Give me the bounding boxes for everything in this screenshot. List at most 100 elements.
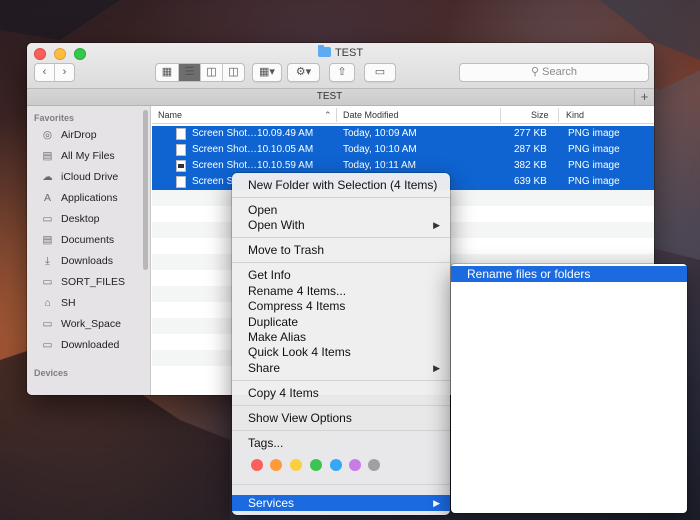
tag-orange-button[interactable] xyxy=(270,459,282,471)
tags-button[interactable]: ▭ xyxy=(364,63,396,82)
tab-test[interactable]: TEST xyxy=(27,91,632,102)
documents-icon: ▤ xyxy=(42,233,53,246)
search-placeholder: Search xyxy=(542,66,577,78)
menu-item-get-info[interactable]: Get Info xyxy=(232,267,450,283)
file-size: 287 KB xyxy=(514,144,547,155)
png-file-icon xyxy=(176,176,186,188)
forward-button[interactable]: › xyxy=(55,64,74,81)
file-kind: PNG image xyxy=(568,160,620,171)
coverflow-view-button[interactable]: ◫ xyxy=(223,64,244,81)
home-icon: ⌂ xyxy=(44,296,51,309)
column-name[interactable]: Name xyxy=(158,110,182,120)
menu-item-rename-files-or-folders[interactable]: Rename files or folders xyxy=(451,266,687,282)
sidebar-item-all-my-files[interactable]: ▤ All My Files xyxy=(41,146,115,166)
png-file-icon xyxy=(176,128,186,140)
folder-icon: ▭ xyxy=(42,338,53,351)
column-view-icon: ◫ xyxy=(206,66,217,78)
sidebar-item-work-space[interactable]: ▭ Work_Space xyxy=(41,314,121,334)
menu-item-tags[interactable]: Tags... xyxy=(232,435,450,451)
tag-green-button[interactable] xyxy=(310,459,322,471)
menu-item-open[interactable]: Open xyxy=(232,202,450,218)
sidebar-item-documents[interactable]: ▤ Documents xyxy=(41,230,115,250)
sidebar-scrollbar[interactable] xyxy=(143,110,148,270)
airdrop-icon: ◎ xyxy=(42,128,53,141)
tag-yellow-button[interactable] xyxy=(290,459,302,471)
menu-item-copy[interactable]: Copy 4 Items xyxy=(232,385,450,401)
sidebar-item-sh[interactable]: ⌂ SH xyxy=(41,293,75,313)
sidebar-item-downloaded[interactable]: ▭ Downloaded xyxy=(41,335,120,355)
icon-view-icon: ▦ xyxy=(161,66,173,78)
menu-item-services[interactable]: Services ▶ xyxy=(232,495,450,511)
file-size: 382 KB xyxy=(514,160,547,171)
menu-item-rename[interactable]: Rename 4 Items... xyxy=(232,283,450,299)
menu-item-compress[interactable]: Compress 4 Items xyxy=(232,298,450,314)
menu-item-share[interactable]: Share ▶ xyxy=(232,360,450,376)
file-row[interactable]: Screen Shot…10.10.05 AM Today, 10:10 AM … xyxy=(152,142,654,158)
applications-icon: A xyxy=(43,191,51,204)
file-name: Screen S xyxy=(192,176,234,187)
icon-view-button[interactable]: ▦ xyxy=(156,64,179,81)
menu-item-new-folder-with-selection[interactable]: New Folder with Selection (4 Items) xyxy=(232,177,450,193)
file-kind: PNG image xyxy=(568,144,620,155)
back-forward-control: ‹ › xyxy=(34,63,75,82)
coverflow-view-icon: ◫ xyxy=(228,66,239,78)
column-size[interactable]: Size xyxy=(531,110,549,120)
submenu-arrow-icon: ▶ xyxy=(433,363,440,373)
cloud-icon: ☁ xyxy=(42,170,53,183)
new-tab-button[interactable]: + xyxy=(634,89,654,106)
title-bar: TEST ‹ › ▦ ☰ ◫ ◫ ▦▾ ⚙▾ ⇧ ▭ ⚲ Search xyxy=(27,43,654,89)
context-menu: New Folder with Selection (4 Items) Open… xyxy=(232,173,450,515)
file-kind: PNG image xyxy=(568,176,620,187)
tag-purple-button[interactable] xyxy=(349,459,361,471)
file-name: Screen Shot…10.10.05 AM xyxy=(192,144,314,155)
menu-item-make-alias[interactable]: Make Alias xyxy=(232,329,450,345)
sidebar-section-devices: Devices xyxy=(34,368,69,378)
submenu-arrow-icon: ▶ xyxy=(433,498,440,508)
downloads-icon: ⤓ xyxy=(45,254,50,267)
folder-icon: ▭ xyxy=(42,317,53,330)
list-view-button[interactable]: ☰ xyxy=(179,64,201,81)
sidebar-item-applications[interactable]: A Applications xyxy=(41,188,118,208)
sidebar-item-desktop[interactable]: ▭ Desktop xyxy=(41,209,100,229)
column-date-modified[interactable]: Date Modified xyxy=(343,110,399,120)
arrange-icon: ▦▾ xyxy=(259,66,275,78)
file-row[interactable]: Screen Shot…10.09.49 AM Today, 10:09 AM … xyxy=(152,126,654,142)
sidebar-item-sort-files[interactable]: ▭ SORT_FILES xyxy=(41,272,125,292)
share-icon: ⇧ xyxy=(337,66,347,78)
column-kind[interactable]: Kind xyxy=(566,110,584,120)
menu-item-duplicate[interactable]: Duplicate xyxy=(232,314,450,330)
file-date: Today, 10:10 AM xyxy=(343,144,417,155)
chevron-left-icon: ‹ xyxy=(42,66,47,78)
list-view-icon: ☰ xyxy=(184,66,195,78)
back-button[interactable]: ‹ xyxy=(35,64,55,81)
png-file-icon xyxy=(176,144,186,156)
column-header: Name ⌃ Date Modified Size Kind xyxy=(152,106,654,124)
tag-red-button[interactable] xyxy=(251,459,263,471)
arrange-button[interactable]: ▦▾ xyxy=(252,63,282,82)
column-view-button[interactable]: ◫ xyxy=(201,64,223,81)
sidebar: Favorites ◎ AirDrop ▤ All My Files ☁ iCloud… xyxy=(27,106,151,395)
sidebar-item-downloads[interactable]: ⤓ Downloads xyxy=(41,251,113,271)
chevron-right-icon: › xyxy=(62,66,67,78)
window-title: TEST xyxy=(27,45,654,59)
file-kind: PNG image xyxy=(568,128,620,139)
search-icon: ⚲ xyxy=(531,66,540,78)
tag-gray-button[interactable] xyxy=(368,459,380,471)
sidebar-item-airdrop[interactable]: ◎ AirDrop xyxy=(41,125,97,145)
menu-item-open-with[interactable]: Open With ▶ xyxy=(232,217,450,233)
tag-blue-button[interactable] xyxy=(330,459,342,471)
search-field[interactable]: ⚲ Search xyxy=(459,63,649,82)
tag-icon: ▭ xyxy=(374,66,386,78)
sidebar-section-favorites: Favorites xyxy=(34,113,75,123)
menu-item-show-view-options[interactable]: Show View Options xyxy=(232,410,450,426)
action-button[interactable]: ⚙▾ xyxy=(287,63,320,82)
menu-item-quick-look[interactable]: Quick Look 4 Items xyxy=(232,344,450,360)
file-name: Screen Shot…10.10.59 AM xyxy=(192,160,314,171)
sidebar-item-icloud-drive[interactable]: ☁ iCloud Drive xyxy=(41,167,118,187)
menu-item-move-to-trash[interactable]: Move to Trash xyxy=(232,242,450,258)
gear-icon: ⚙▾ xyxy=(295,66,312,78)
desktop-icon: ▭ xyxy=(42,212,53,225)
file-row[interactable]: Screen Shot…10.10.59 AM Today, 10:11 AM … xyxy=(152,158,654,174)
folder-icon xyxy=(317,45,331,57)
share-button[interactable]: ⇧ xyxy=(329,63,355,82)
